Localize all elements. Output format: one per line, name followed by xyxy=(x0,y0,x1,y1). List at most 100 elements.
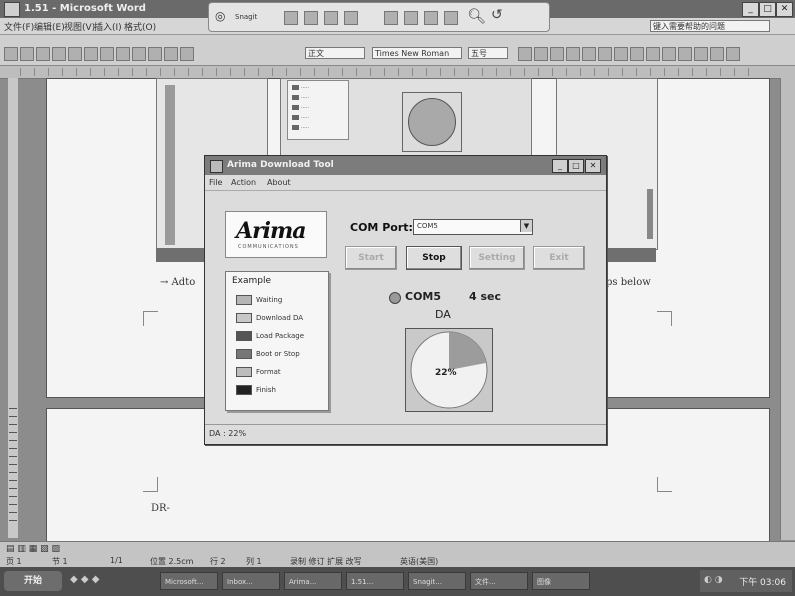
vertical-scrollbar[interactable] xyxy=(780,78,795,540)
save-icon[interactable] xyxy=(36,47,50,61)
capture-scroll-icon[interactable] xyxy=(324,11,338,25)
embedded-pie-thumb xyxy=(402,92,462,152)
exit-button[interactable]: Exit xyxy=(533,246,585,270)
menu-insert[interactable]: 插入(I) xyxy=(94,20,122,33)
spell-icon[interactable] xyxy=(84,47,98,61)
taskbar-item[interactable]: 1.51... xyxy=(346,572,404,590)
chevron-down-icon[interactable]: ▼ xyxy=(520,220,532,232)
dialog-maximize-button[interactable]: □ xyxy=(568,159,584,173)
status-indicator-icon xyxy=(389,292,401,304)
dialog-menu-file[interactable]: File xyxy=(209,178,222,187)
dialog-menu-about[interactable]: About xyxy=(267,178,291,187)
word-app-icon xyxy=(4,2,20,17)
taskbar-item[interactable]: 图像 xyxy=(532,572,590,590)
logo-subtitle: COMMUNICATIONS xyxy=(238,244,299,250)
cut-icon[interactable] xyxy=(100,47,114,61)
font-color-icon[interactable] xyxy=(726,47,740,61)
status-language: 英语(美国) xyxy=(400,557,439,566)
com-status-label: COM5 xyxy=(405,290,442,303)
com-port-select[interactable]: COM5 ▼ xyxy=(413,219,533,235)
copy-icon[interactable] xyxy=(116,47,130,61)
char-border-icon[interactable] xyxy=(566,47,580,61)
undo-icon[interactable] xyxy=(148,47,162,61)
legend-item-load-package: Load Package xyxy=(236,330,304,342)
dialog-titlebar[interactable]: Arima Download Tool _ □ ✕ xyxy=(205,156,606,175)
capture-region-icon[interactable] xyxy=(304,11,318,25)
new-icon[interactable] xyxy=(4,47,18,61)
numbering-icon[interactable] xyxy=(662,47,676,61)
menu-edit[interactable]: 编辑(E) xyxy=(34,20,65,33)
taskbar-item[interactable]: 文件... xyxy=(470,572,528,590)
logo-wordmark: Arima xyxy=(236,218,307,244)
thumb-pie xyxy=(408,98,456,146)
setting-button[interactable]: Setting xyxy=(469,246,525,270)
open-icon[interactable] xyxy=(20,47,34,61)
print-icon[interactable] xyxy=(52,47,66,61)
close-button[interactable]: ✕ xyxy=(776,2,793,17)
capture-web-icon[interactable] xyxy=(444,11,458,25)
italic-icon[interactable] xyxy=(534,47,548,61)
vertical-ruler[interactable] xyxy=(8,78,18,538)
indent-icon[interactable] xyxy=(694,47,708,61)
help-search-box[interactable]: 键入需要帮助的问题 xyxy=(650,20,770,32)
start-button[interactable]: Start xyxy=(345,246,397,270)
bold-icon[interactable] xyxy=(518,47,532,61)
tray-icons[interactable]: ◐ ◑ xyxy=(704,575,723,585)
align-center-icon[interactable] xyxy=(614,47,628,61)
paste-icon[interactable] xyxy=(132,47,146,61)
word-toolbar: 正文 Times New Roman 五号 xyxy=(0,35,795,66)
taskbar-item[interactable]: Inbox... xyxy=(222,572,280,590)
font-combo[interactable]: Times New Roman xyxy=(372,47,462,59)
link-icon[interactable] xyxy=(180,47,194,61)
capture-text-icon[interactable] xyxy=(404,11,418,25)
taskbar-item[interactable]: Snagit... xyxy=(408,572,466,590)
status-pages: 1/1 xyxy=(110,556,123,565)
view-buttons-icon[interactable]: ▤ ▥ ▦ ▧ ▨ xyxy=(6,544,60,554)
legend-item-finish: Finish xyxy=(236,384,276,396)
quicklaunch-icons[interactable]: ◆ ◆ ◆ xyxy=(70,574,99,585)
snagit-toolbar: ◎ Snagit 🔍︎ ↺ xyxy=(208,2,550,32)
char-shade-icon[interactable] xyxy=(582,47,596,61)
justify-icon[interactable] xyxy=(646,47,660,61)
thumb-legend-row: ····· xyxy=(292,115,332,121)
redo-icon[interactable] xyxy=(164,47,178,61)
capture-window-icon[interactable] xyxy=(284,11,298,25)
vruler-ticks xyxy=(9,408,17,528)
size-combo[interactable]: 五号 xyxy=(468,47,508,59)
magnifier-icon[interactable]: 🔍︎ xyxy=(467,7,486,25)
page-text-right: ps below xyxy=(606,277,651,288)
taskbar-item[interactable]: Microsoft... xyxy=(160,572,218,590)
capture-video-icon[interactable] xyxy=(384,11,398,25)
legend-item-format: Format xyxy=(236,366,281,378)
dialog-minimize-button[interactable]: _ xyxy=(552,159,568,173)
align-right-icon[interactable] xyxy=(630,47,644,61)
elapsed-timer: 4 sec xyxy=(469,290,502,303)
dialog-app-icon xyxy=(210,160,223,173)
capture-menu-icon[interactable] xyxy=(344,11,358,25)
taskbar-item[interactable]: Arima... xyxy=(284,572,342,590)
capture-object-icon[interactable] xyxy=(424,11,438,25)
underline-icon[interactable] xyxy=(550,47,564,61)
style-combo[interactable]: 正文 xyxy=(305,47,365,59)
embedded-legend-thumb: ····· ····· ····· ····· ····· xyxy=(287,80,349,140)
menu-format[interactable]: 格式(O) xyxy=(124,20,156,33)
snagit-capture-icon[interactable]: ◎ xyxy=(215,9,225,23)
stop-button[interactable]: Stop xyxy=(406,246,462,270)
menu-view[interactable]: 视图(V) xyxy=(64,20,95,33)
preview-icon[interactable] xyxy=(68,47,82,61)
status-modes: 录制 修订 扩展 改写 xyxy=(290,557,362,566)
system-tray: ◐ ◑ 下午 03:06 xyxy=(700,570,792,592)
refresh-icon[interactable]: ↺ xyxy=(491,7,503,23)
maximize-button[interactable]: □ xyxy=(759,2,776,17)
highlight-icon[interactable] xyxy=(710,47,724,61)
legend-label: Finish xyxy=(256,386,276,394)
dialog-menu-action[interactable]: Action xyxy=(231,178,256,187)
dialog-close-button[interactable]: ✕ xyxy=(585,159,601,173)
download-tool-dialog: Arima Download Tool _ □ ✕ File Action Ab… xyxy=(204,155,607,445)
bullets-icon[interactable] xyxy=(678,47,692,61)
align-left-icon[interactable] xyxy=(598,47,612,61)
ruler-ticks xyxy=(20,68,760,76)
minimize-button[interactable]: _ xyxy=(742,2,759,17)
menu-file[interactable]: 文件(F) xyxy=(4,20,34,33)
start-button[interactable]: 开始 xyxy=(4,571,62,591)
